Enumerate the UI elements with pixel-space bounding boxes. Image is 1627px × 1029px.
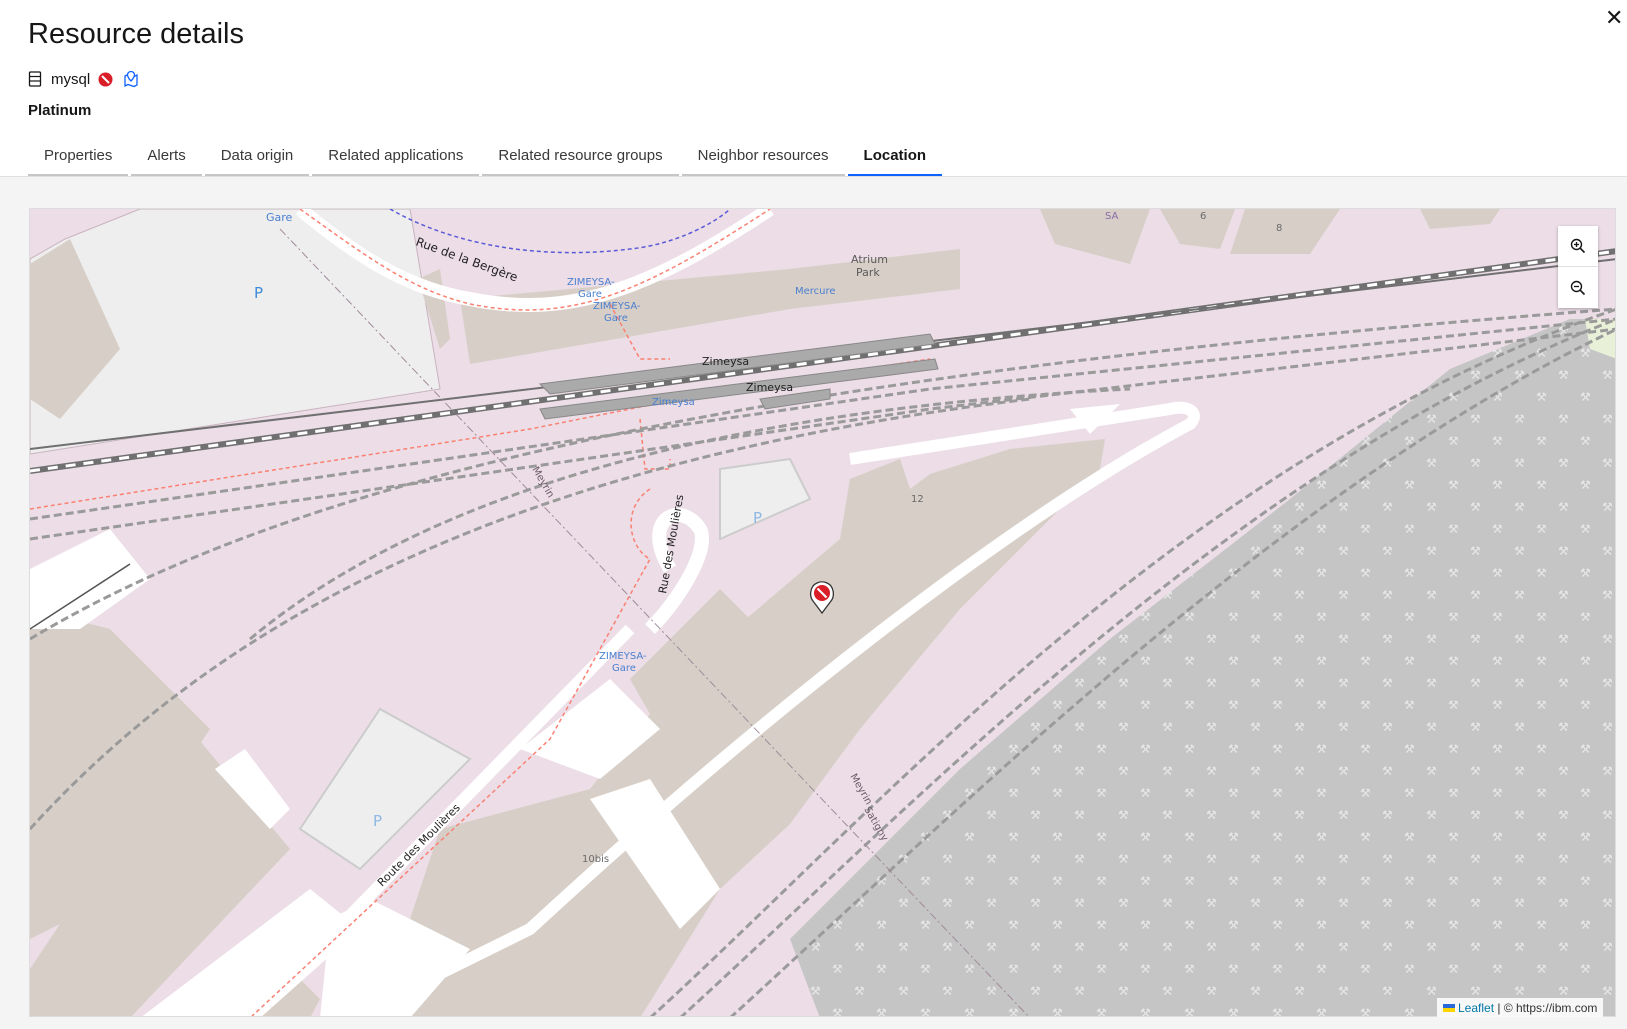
zoom-out-button[interactable]: [1558, 267, 1598, 308]
map-label: Gare: [612, 663, 636, 674]
map-label: Atrium: [851, 253, 888, 266]
ukraine-flag-icon: [1443, 1003, 1455, 1012]
zoom-in-icon: [1570, 238, 1586, 254]
map-label: Gare: [604, 313, 628, 324]
map-label: SA: [1105, 211, 1119, 222]
zoom-in-button[interactable]: [1558, 226, 1598, 267]
map-label: Gare: [578, 289, 602, 300]
tab-data-origin[interactable]: Data origin: [204, 140, 310, 176]
map-label: Park: [856, 266, 880, 279]
zoom-controls: [1558, 226, 1598, 308]
tab-related-applications[interactable]: Related applications: [312, 140, 480, 176]
map-label: ZIMEYSA-: [593, 301, 641, 312]
resource-summary: mysql: [28, 68, 139, 90]
tab-bar: Properties Alerts Data origin Related ap…: [28, 140, 945, 176]
tab-properties[interactable]: Properties: [28, 140, 129, 176]
map-attribution: Leaflet | © https://ibm.com: [1437, 998, 1604, 1017]
page-title: Resource details: [28, 18, 244, 50]
resource-name: mysql: [51, 70, 91, 88]
zoom-out-icon: [1570, 280, 1586, 295]
map-label: 12: [911, 494, 924, 505]
attribution-separator: |: [1494, 1000, 1504, 1015]
tab-location[interactable]: Location: [847, 140, 943, 176]
copyright-text: © https://ibm.com: [1503, 1000, 1598, 1015]
map-label: ZIMEYSA-: [567, 277, 615, 288]
map-label: Zimeysa: [702, 355, 749, 368]
resource-tier: Platinum: [28, 102, 92, 119]
critical-status-icon: [98, 72, 113, 86]
map-label: Gare: [266, 211, 293, 224]
close-icon[interactable]: ✕: [1605, 4, 1627, 32]
map-label: P: [373, 812, 382, 830]
map-label: P: [753, 509, 762, 527]
map-label: 10bis: [582, 854, 609, 865]
leaflet-link[interactable]: Leaflet: [1458, 1001, 1494, 1015]
location-pin-icon[interactable]: [123, 70, 139, 88]
map-label: 6: [1200, 211, 1206, 222]
map-label: P: [254, 284, 263, 302]
tab-neighbor-resources[interactable]: Neighbor resources: [681, 140, 845, 176]
map-label: Zimeysa: [746, 381, 793, 394]
map-label: Zimeysa: [652, 397, 695, 408]
map-label: ZIMEYSA-: [599, 651, 647, 662]
database-icon: [28, 71, 42, 87]
map-label: 8: [1276, 223, 1282, 234]
tab-related-resource-groups[interactable]: Related resource groups: [482, 140, 679, 176]
map-label: Mercure: [795, 286, 836, 297]
tab-alerts[interactable]: Alerts: [131, 140, 202, 176]
resource-location-marker[interactable]: [809, 580, 835, 614]
panel-header: Resource details ✕ mysql Platinum Proper…: [0, 0, 1627, 176]
